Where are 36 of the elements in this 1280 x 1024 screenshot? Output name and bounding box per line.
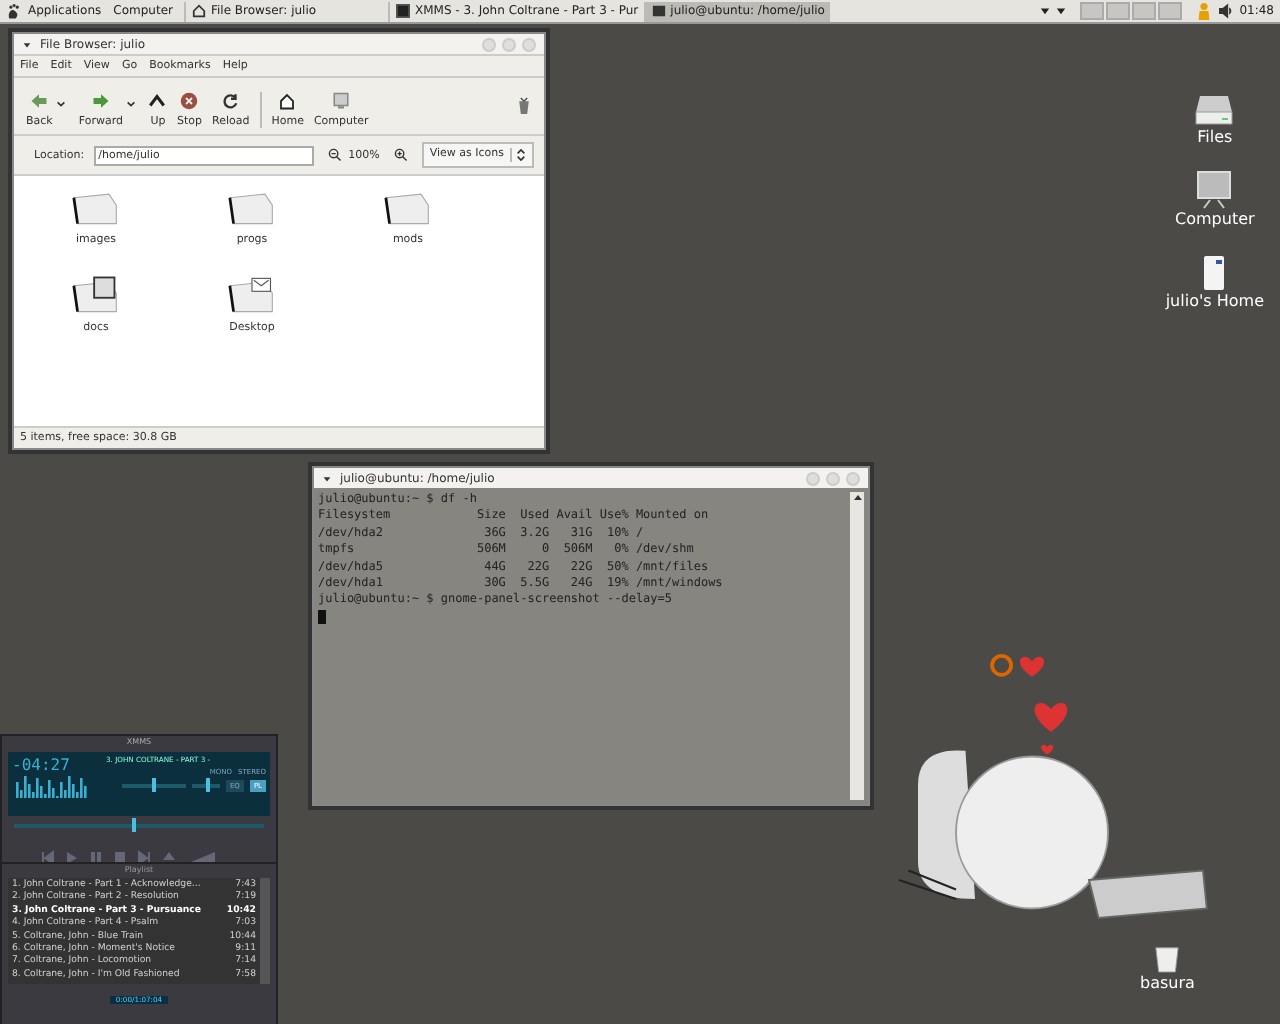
spectrum-visualizer [12, 774, 92, 798]
folder-icon[interactable] [228, 188, 276, 226]
spinner-arrows-icon [510, 148, 527, 162]
volume-slider-thumb[interactable] [151, 778, 156, 792]
text-cursor [318, 609, 326, 624]
stop-icon [180, 92, 199, 110]
desktop-icon-label[interactable]: Computer [1175, 210, 1255, 228]
terminal-icon [652, 4, 667, 18]
playlist-scrollbar[interactable] [260, 878, 270, 985]
monitor-icon [332, 92, 351, 110]
folder-with-envelope-icon[interactable] [228, 276, 276, 314]
volume-icon[interactable] [1217, 2, 1234, 20]
workspace-switcher[interactable] [1079, 2, 1182, 20]
back-arrow-icon [30, 92, 49, 110]
reload-icon [221, 92, 240, 110]
window-menu-icon[interactable] [322, 473, 332, 483]
desktop-icon-label[interactable]: julio's Home [1165, 292, 1264, 310]
folder-icon[interactable] [72, 188, 120, 226]
desktop-icon-label[interactable]: basura [1140, 974, 1195, 992]
monitor-icon[interactable] [1194, 170, 1235, 210]
trash-can-icon[interactable] [1154, 944, 1181, 974]
folder-with-box-icon[interactable] [72, 276, 120, 314]
desktop-icon-label[interactable]: Files [1197, 128, 1233, 146]
home-icon [192, 4, 207, 18]
player-icon [396, 4, 411, 18]
folder-icon[interactable] [384, 188, 432, 226]
zoom-out-icon[interactable] [328, 148, 343, 162]
scroll-up-arrow-icon[interactable] [851, 492, 863, 504]
time-display: -04:27 [12, 756, 72, 774]
forward-arrow-icon [91, 92, 110, 110]
scrollbar[interactable] [850, 492, 864, 800]
zoom-in-icon[interactable] [393, 148, 408, 162]
window-menu-icon[interactable] [22, 39, 32, 49]
foot-logo-icon[interactable] [6, 3, 22, 19]
home-icon [278, 92, 297, 110]
balance-slider-thumb[interactable] [206, 778, 211, 792]
